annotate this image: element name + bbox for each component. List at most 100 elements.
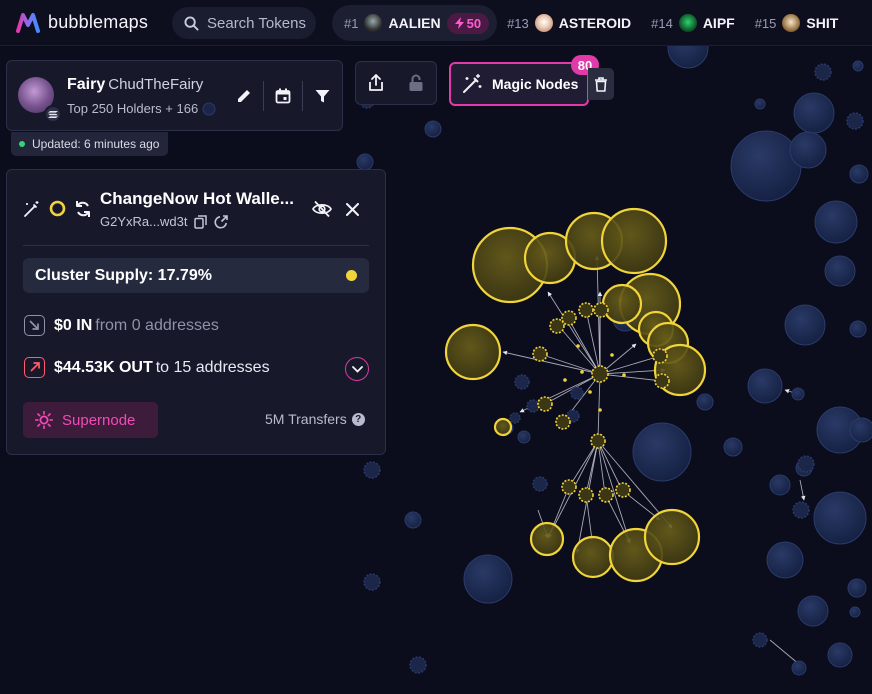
cluster-bubble[interactable]	[444, 323, 502, 381]
transfer-link	[799, 479, 806, 501]
cluster-bubble[interactable]	[615, 482, 631, 498]
holder-bubble[interactable]	[814, 63, 832, 81]
transfer-link	[599, 373, 663, 383]
lock-button[interactable]	[396, 62, 436, 104]
holder-bubble[interactable]	[723, 437, 743, 457]
holder-bubble[interactable]	[632, 422, 692, 482]
cluster-bubble[interactable]	[593, 302, 609, 318]
hide-icon[interactable]	[312, 200, 332, 218]
holder-bubble[interactable]	[789, 131, 827, 169]
cluster-bubble[interactable]	[591, 365, 609, 383]
cluster-bubble[interactable]	[537, 396, 553, 412]
edit-button[interactable]	[225, 79, 263, 113]
holder-bubble[interactable]	[730, 130, 802, 202]
holder-bubble[interactable]	[363, 461, 381, 479]
divider	[23, 245, 369, 246]
calendar-button[interactable]	[264, 79, 302, 113]
logo-text: bubblemaps	[48, 11, 149, 32]
cluster-bubble[interactable]	[654, 373, 670, 389]
cluster-dot	[588, 390, 592, 394]
holder-bubble[interactable]	[791, 387, 805, 401]
holder-bubble[interactable]	[849, 606, 861, 618]
holder-bubble[interactable]	[849, 164, 869, 184]
cluster-bubble[interactable]	[590, 433, 606, 449]
cluster-bubble[interactable]	[600, 207, 668, 275]
holder-bubble[interactable]	[766, 541, 804, 579]
outflow-row[interactable]: $44.53K OUT to 15 addresses	[24, 357, 270, 378]
trending-item[interactable]: #14 AIPF	[641, 5, 745, 41]
cluster-bubble[interactable]	[532, 346, 548, 362]
magic-nodes-button[interactable]: Magic Nodes	[449, 62, 589, 106]
holder-bubble[interactable]	[797, 455, 815, 473]
inflow-icon	[24, 315, 45, 336]
holder-bubble[interactable]	[846, 112, 864, 130]
holder-bubble[interactable]	[797, 595, 829, 627]
holder-bubble[interactable]	[791, 660, 807, 676]
holder-bubble[interactable]	[570, 386, 584, 400]
leaf-icon	[678, 14, 697, 32]
holder-bubble[interactable]	[754, 98, 766, 110]
holder-bubble[interactable]	[463, 554, 513, 604]
cluster-bubble[interactable]	[561, 310, 577, 326]
cluster-bubble[interactable]	[578, 302, 594, 318]
external-link-icon[interactable]	[214, 214, 229, 229]
supernode-button[interactable]: Supernode	[23, 402, 158, 438]
alien-icon	[364, 14, 383, 32]
delete-magic-nodes-button[interactable]	[588, 68, 614, 100]
holder-bubble[interactable]	[793, 92, 835, 134]
magic-wand-icon[interactable]	[23, 200, 41, 218]
trending-rank: #14	[651, 15, 673, 31]
holder-bubble[interactable]	[356, 153, 374, 171]
holder-bubble[interactable]	[784, 304, 826, 346]
cluster-bubble[interactable]	[529, 521, 565, 557]
cluster-bubble[interactable]	[601, 283, 643, 325]
holder-bubble[interactable]	[409, 656, 427, 674]
cluster-bubble[interactable]	[652, 348, 668, 364]
cluster-bubble[interactable]	[493, 417, 513, 437]
holder-bubble[interactable]	[747, 368, 783, 404]
holder-bubble[interactable]	[752, 632, 768, 648]
holder-bubble[interactable]	[813, 491, 867, 545]
holder-bubble[interactable]	[696, 393, 714, 411]
trending-item[interactable]: #1 AALIEN 50	[332, 5, 498, 41]
cluster-bubble[interactable]	[571, 535, 615, 579]
expand-outflow-button[interactable]	[345, 357, 369, 381]
holder-bubble[interactable]	[526, 399, 540, 413]
transfers-text: 5M Transfers	[265, 411, 347, 427]
holder-bubble[interactable]	[792, 501, 810, 519]
help-icon[interactable]: ?	[351, 412, 365, 426]
share-button[interactable]	[356, 62, 396, 104]
calendar-icon	[275, 88, 291, 104]
refresh-icon[interactable]	[75, 200, 91, 218]
close-icon[interactable]	[346, 203, 359, 216]
holder-bubble[interactable]	[532, 476, 548, 492]
holder-bubble[interactable]	[509, 412, 521, 424]
cluster-bubble[interactable]	[578, 487, 594, 503]
cluster-bubble[interactable]	[643, 508, 701, 566]
holder-bubble[interactable]	[847, 578, 867, 598]
cluster-bubble[interactable]	[561, 479, 577, 495]
holder-bubble[interactable]	[827, 642, 853, 668]
cluster-color-icon[interactable]	[49, 200, 66, 217]
boost-badge[interactable]: 50	[446, 12, 490, 34]
cluster-bubble[interactable]	[555, 414, 571, 430]
holder-bubble[interactable]	[424, 120, 442, 138]
holder-bubble[interactable]	[514, 374, 530, 390]
holder-bubble[interactable]	[404, 511, 422, 529]
trending-item[interactable]: #15 SHIT	[745, 5, 849, 41]
holder-bubble[interactable]	[852, 60, 864, 72]
filter-button[interactable]	[303, 79, 341, 113]
outflow-detail: to 15 addresses	[155, 358, 270, 376]
holder-bubble[interactable]	[814, 200, 858, 244]
logo[interactable]: bubblemaps	[16, 11, 148, 33]
copy-icon[interactable]	[194, 214, 208, 229]
holder-bubble[interactable]	[517, 430, 531, 444]
holder-bubble[interactable]	[849, 417, 872, 443]
holder-bubble[interactable]	[849, 320, 867, 338]
cluster-bubble[interactable]	[598, 487, 614, 503]
search-button[interactable]: Search Tokens	[172, 7, 316, 39]
holder-bubble[interactable]	[824, 255, 856, 287]
holder-bubble[interactable]	[769, 474, 791, 496]
holder-bubble[interactable]	[363, 573, 381, 591]
trending-item[interactable]: #13 ASTEROID	[497, 5, 641, 41]
